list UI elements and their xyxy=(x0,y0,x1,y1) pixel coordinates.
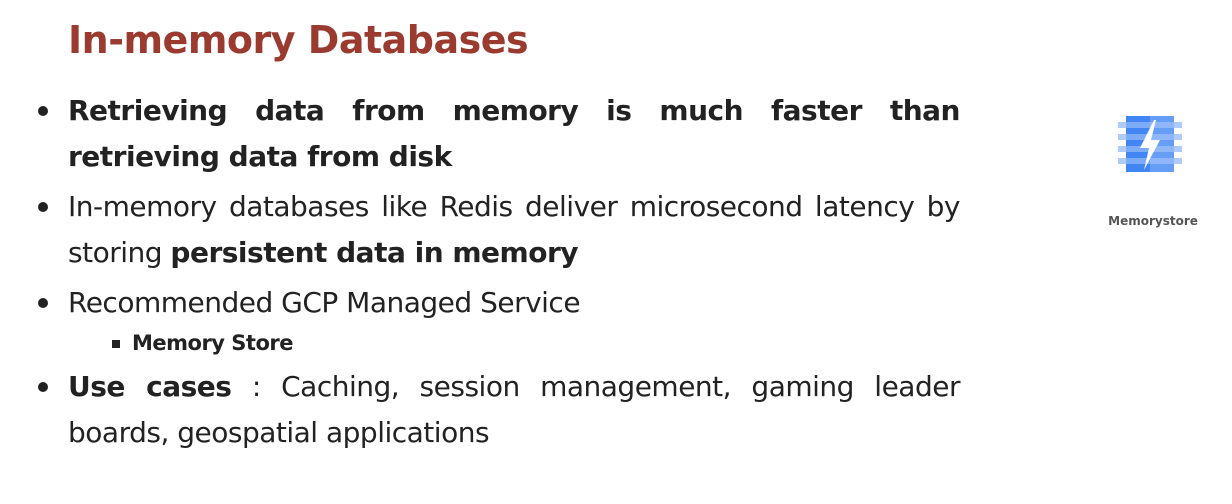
slide-title: In-memory Databases xyxy=(68,18,529,62)
bullet-item-gcp-service: Recommended GCP Managed Service Memory S… xyxy=(36,280,960,360)
memorystore-chip-bolt-icon xyxy=(1118,116,1182,172)
bullet-item-retrieval-speed: Retrieving data from memory is much fast… xyxy=(36,88,961,180)
logo-caption: Memorystore xyxy=(1108,214,1198,228)
bullet-dot xyxy=(38,298,48,308)
memorystore-logo: Memorystore xyxy=(1098,104,1208,244)
sub-bullet-item-memory-store: Memory Store xyxy=(108,326,960,360)
bullet-list: Retrieving data from memory is much fast… xyxy=(36,88,961,460)
bullet-bold-text: Use cases xyxy=(68,370,232,403)
sub-bullet-text: Memory Store xyxy=(132,331,294,355)
bullet-dot xyxy=(38,106,48,116)
bullet-text: Retrieving data from memory is much fast… xyxy=(68,94,961,173)
bullet-dot xyxy=(38,202,48,212)
bullet-bold-text: persistent data in memory xyxy=(170,236,579,269)
sub-bullet-square xyxy=(112,340,120,348)
bullet-item-use-cases: Use cases : Caching, session management,… xyxy=(36,364,960,456)
bullet-text: Recommended GCP Managed Service xyxy=(68,286,581,319)
bullet-dot xyxy=(38,382,48,392)
bullet-item-redis-latency: In-memory databases like Redis deliver m… xyxy=(36,184,961,276)
sub-bullet-list: Memory Store xyxy=(68,326,960,360)
